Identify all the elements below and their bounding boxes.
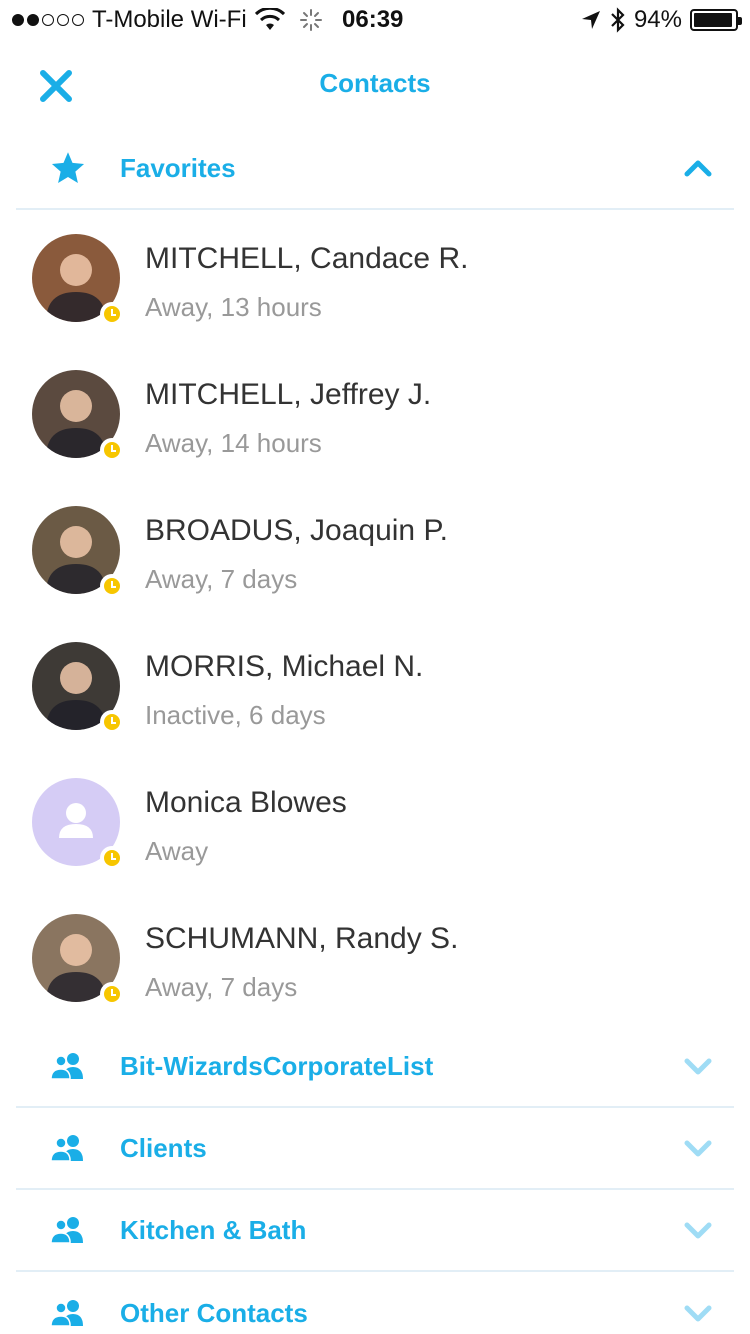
group-label: Clients (120, 1132, 207, 1163)
group-icon (48, 1128, 88, 1168)
group-label: Other Contacts (120, 1297, 308, 1328)
group-icon (48, 1210, 88, 1250)
carrier-label: T-Mobile Wi-Fi (92, 6, 247, 33)
wifi-icon (254, 8, 285, 30)
contact-name: MITCHELL, Candace R. (145, 242, 469, 275)
chevron-down-icon (682, 1132, 714, 1164)
signal-strength-icon (12, 14, 84, 26)
contact-name: BROADUS, Joaquin P. (145, 514, 448, 547)
chevron-down-icon (682, 1214, 714, 1246)
activity-spinner-icon (299, 9, 322, 31)
presence-away-icon (100, 982, 124, 1006)
contact-status: Away, 14 hours (145, 428, 322, 458)
contact-status: Away (145, 836, 209, 866)
presence-away-icon (100, 302, 124, 326)
group-icon (48, 1293, 88, 1333)
favorites-header[interactable]: Favorites (16, 128, 734, 210)
contact-name: Monica Blowes (145, 786, 347, 819)
group-header[interactable]: Other Contacts (16, 1272, 734, 1334)
star-icon (48, 148, 88, 188)
contact-row[interactable]: MORRIS, Michael N. Inactive, 6 days (0, 618, 750, 754)
contact-status: Inactive, 6 days (145, 700, 326, 730)
contact-name: SCHUMANN, Randy S. (145, 922, 459, 955)
status-bar: T-Mobile Wi-Fi 06:39 94% (0, 0, 750, 40)
presence-away-icon (100, 710, 124, 734)
contact-row[interactable]: MITCHELL, Candace R. Away, 13 hours (0, 210, 750, 346)
nav-bar: Contacts (0, 40, 750, 128)
contact-name: MORRIS, Michael N. (145, 650, 424, 683)
favorites-label: Favorites (120, 152, 236, 183)
group-header[interactable]: Kitchen & Bath (16, 1190, 734, 1272)
group-icon (48, 1046, 88, 1086)
contact-status: Away, 13 hours (145, 292, 322, 322)
contact-status: Away, 7 days (145, 972, 298, 1002)
contact-name: MITCHELL, Jeffrey J. (145, 378, 432, 411)
contact-row[interactable]: BROADUS, Joaquin P. Away, 7 days (0, 482, 750, 618)
contact-status: Away, 7 days (145, 564, 298, 594)
group-label: Bit-WizardsCorporateList (120, 1050, 434, 1081)
contact-row[interactable]: Monica Blowes Away (0, 754, 750, 890)
status-time: 06:39 (342, 6, 404, 33)
battery-icon (690, 9, 742, 31)
chevron-down-icon (682, 1050, 714, 1082)
group-header[interactable]: Clients (16, 1108, 734, 1190)
chevron-down-icon (682, 1297, 714, 1329)
battery-percent: 94% (633, 6, 682, 33)
contact-row[interactable]: MITCHELL, Jeffrey J. Away, 14 hours (0, 346, 750, 482)
group-header[interactable]: Bit-WizardsCorporateList (16, 1026, 734, 1108)
location-arrow-icon (581, 11, 600, 29)
presence-away-icon (100, 846, 124, 870)
chevron-up-icon (682, 152, 714, 184)
group-label: Kitchen & Bath (120, 1214, 307, 1245)
bluetooth-icon (611, 7, 625, 33)
contact-row[interactable]: SCHUMANN, Randy S. Away, 7 days (0, 890, 750, 1026)
presence-away-icon (100, 574, 124, 598)
presence-away-icon (100, 438, 124, 462)
page-title: Contacts (319, 68, 431, 98)
